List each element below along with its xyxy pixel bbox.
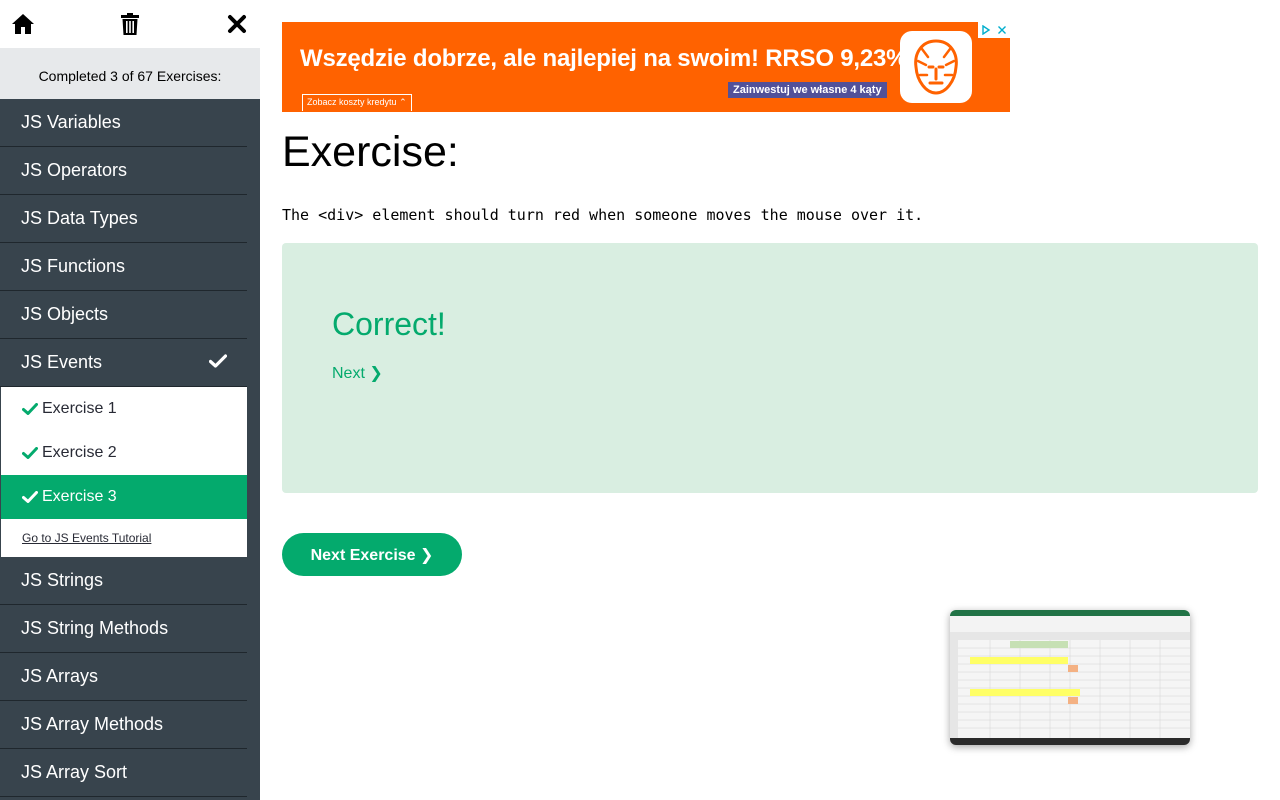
menu-item-js-objects[interactable]: JS Objects <box>0 291 247 339</box>
lion-logo-icon <box>900 31 972 103</box>
menu-item-js-array-methods[interactable]: JS Array Methods <box>0 701 247 749</box>
sub-item-exercise-3[interactable]: Exercise 3 <box>1 475 247 519</box>
sub-item-exercise-2[interactable]: Exercise 2 <box>1 431 247 475</box>
menu-item-label: JS Data Types <box>21 208 138 228</box>
menu-item-label: JS Objects <box>21 304 109 324</box>
ad-headline: Wszędzie dobrze, ale najlepiej na swoim!… <box>300 45 908 72</box>
menu-item-label: JS Strings <box>21 570 104 590</box>
sub-item-label: Exercise 2 <box>42 444 117 461</box>
ad-controls <box>978 22 1010 38</box>
menu-item-js-arrays[interactable]: JS Arrays <box>0 653 247 701</box>
sidebar: Completed 3 of 67 Exercises: JS Variable… <box>0 0 260 800</box>
trash-icon[interactable] <box>118 12 142 36</box>
check-icon <box>22 447 38 459</box>
menu-item-label: JS Array Methods <box>21 714 164 734</box>
menu-item-label: JS Functions <box>21 256 126 276</box>
menu-item-js-array-sort[interactable]: JS Array Sort <box>0 749 247 797</box>
tutorial-link-row: Go to JS Events Tutorial <box>1 519 247 557</box>
check-icon <box>208 352 228 373</box>
sub-item-exercise-1[interactable]: Exercise 1 <box>1 387 247 431</box>
close-icon[interactable] <box>225 12 249 36</box>
menu-item-label: JS Array Sort <box>21 762 128 782</box>
ad-cta[interactable]: Zainwestuj we własne 4 kąty <box>728 82 887 98</box>
menu-item-js-events[interactable]: JS Events <box>0 339 247 387</box>
page-title: Exercise: <box>282 128 459 176</box>
check-icon <box>22 403 38 415</box>
result-title: Correct! <box>332 306 446 342</box>
progress-text: Completed 3 of 67 Exercises: <box>0 48 260 99</box>
ad-costs-label: Zobacz koszty kredytu <box>307 97 397 107</box>
exercise-description: The <div> element should turn red when s… <box>282 206 924 224</box>
menu-item-js-strings[interactable]: JS Strings <box>0 557 247 605</box>
check-icon <box>22 491 38 503</box>
menu-item-js-variables[interactable]: JS Variables <box>0 99 247 147</box>
sidebar-toolbar <box>0 0 260 48</box>
sub-item-label: Exercise 1 <box>42 400 117 417</box>
menu-item-js-functions[interactable]: JS Functions <box>0 243 247 291</box>
events-submenu: Exercise 1 Exercise 2 Exercise 3 Go to J… <box>0 387 247 557</box>
menu-item-js-data-types[interactable]: JS Data Types <box>0 195 247 243</box>
exercise-menu: JS Variables JS Operators JS Data Types … <box>0 99 247 797</box>
menu-item-label: JS Variables <box>21 112 121 132</box>
menu-item-label: JS Arrays <box>21 666 99 686</box>
home-icon[interactable] <box>11 12 35 36</box>
menu-item-js-operators[interactable]: JS Operators <box>0 147 247 195</box>
menu-item-js-string-methods[interactable]: JS String Methods <box>0 605 247 653</box>
ad-costs-link[interactable]: Zobacz koszty kredytu ⌃ <box>302 94 412 111</box>
result-panel: Correct! Next ❯ <box>282 243 1258 493</box>
next-link[interactable]: Next ❯ <box>332 363 383 383</box>
ad-banner[interactable]: Wszędzie dobrze, ale najlepiej na swoim!… <box>282 22 1010 112</box>
menu-item-label: JS Operators <box>21 160 128 180</box>
tutorial-link[interactable]: Go to JS Events Tutorial <box>22 531 151 545</box>
adchoices-icon[interactable] <box>978 22 994 38</box>
menu-item-label: JS Events <box>21 352 103 372</box>
chevron-up-icon: ⌃ <box>399 97 407 107</box>
video-preview-thumbnail[interactable] <box>950 610 1190 745</box>
menu-item-label: JS String Methods <box>21 618 169 638</box>
ad-close-icon[interactable] <box>994 22 1010 38</box>
next-exercise-button[interactable]: Next Exercise ❯ <box>282 533 462 576</box>
sub-item-label: Exercise 3 <box>42 488 117 505</box>
